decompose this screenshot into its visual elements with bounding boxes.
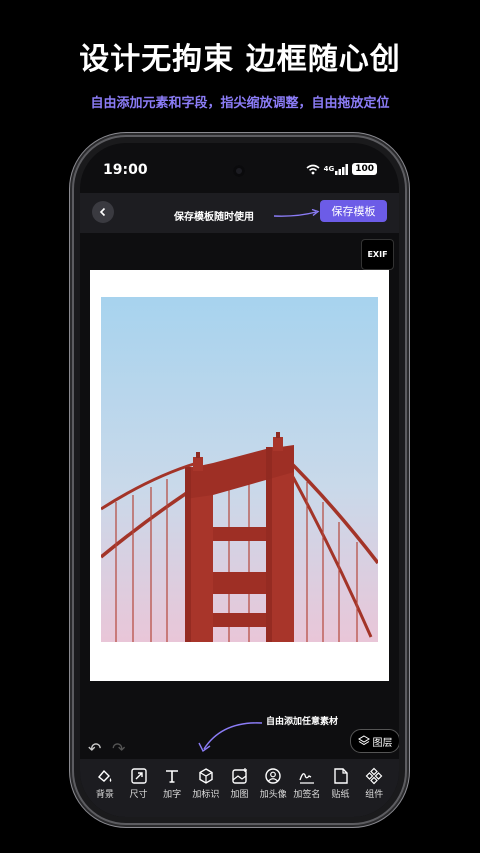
photo-frame-canvas[interactable] [90, 270, 389, 681]
tool-sticker[interactable]: 贴纸 [324, 759, 358, 817]
annotation-arrow [273, 209, 320, 217]
network-label: 4G [323, 165, 335, 173]
signature-icon [299, 773, 314, 784]
text-icon [166, 770, 179, 783]
chevron-left-icon [99, 207, 106, 217]
annotation-arrow [198, 722, 263, 753]
tool-add-image[interactable]: 加图 [223, 759, 257, 817]
undo-icon[interactable]: ↶ [88, 739, 101, 758]
sticker-icon [333, 768, 348, 784]
wifi-icon [306, 164, 320, 174]
headline: 设计无拘束 边框随心创 [79, 42, 401, 77]
tool-label: 加字 [163, 790, 182, 800]
image-icon [231, 768, 247, 784]
background-icon [97, 769, 112, 782]
tool-add-signature[interactable]: 加签名 [290, 759, 324, 817]
save-template-button[interactable]: 保存模板 [320, 200, 387, 222]
tool-background[interactable]: 背景 [88, 759, 122, 817]
logo-icon [199, 768, 213, 784]
bridge-photo[interactable] [101, 297, 378, 642]
layers-label: 图层 [372, 737, 393, 749]
tool-add-logo[interactable]: 加标识 [189, 759, 223, 817]
tool-resize[interactable]: 尺寸 [122, 759, 156, 817]
tool-label: 背景 [95, 790, 114, 800]
tool-component[interactable]: 组件 [357, 759, 391, 817]
redo-icon[interactable]: ↷ [112, 739, 125, 758]
tool-label: 加签名 [293, 790, 321, 800]
phone-frame: 19:00 4G 100 保存模板随时使用 保存模板 EXIF 自由添加任意素材… [74, 137, 405, 823]
bottom-toolbar: 背景 尺寸 加字 加标识 加图 加头像 加签名 贴纸 组件 [80, 759, 399, 817]
tool-label: 加标识 [192, 790, 220, 800]
subheadline: 自由添加元素和字段，指尖缩放调整，自由拖放定位 [90, 96, 390, 111]
tool-label: 尺寸 [129, 790, 148, 800]
back-button[interactable] [92, 201, 114, 223]
phone-screen: 19:00 4G 100 保存模板随时使用 保存模板 EXIF 自由添加任意素材… [80, 143, 399, 817]
component-icon [365, 767, 383, 785]
tool-label: 加头像 [259, 790, 287, 800]
tool-add-text[interactable]: 加字 [155, 759, 189, 817]
tool-add-avatar[interactable]: 加头像 [256, 759, 290, 817]
avatar-icon [265, 768, 281, 784]
tool-label: 加图 [230, 790, 249, 800]
status-time: 19:00 [103, 162, 148, 178]
exif-button[interactable]: EXIF [361, 239, 394, 270]
front-camera [233, 165, 245, 177]
status-icons: 4G 100 [306, 163, 377, 175]
battery-icon: 100 [352, 163, 377, 175]
save-annotation: 保存模板随时使用 [174, 212, 254, 223]
layers-icon [357, 735, 370, 746]
signal-icon [335, 163, 349, 175]
tool-label: 贴纸 [331, 790, 350, 800]
layers-button[interactable]: 图层 [350, 729, 399, 753]
resize-icon [130, 768, 147, 784]
tool-label: 组件 [365, 790, 384, 800]
add-material-annotation: 自由添加任意素材 [266, 717, 339, 727]
